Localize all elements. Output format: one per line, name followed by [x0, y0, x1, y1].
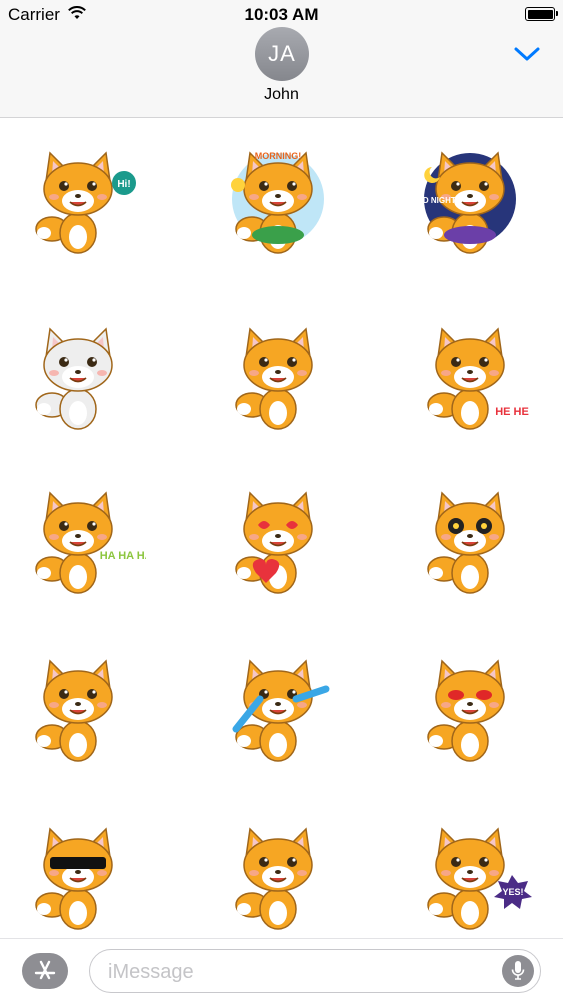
fox-sticker-icon: HA HA HA!: [35, 491, 146, 594]
message-input[interactable]: iMessage: [89, 949, 541, 993]
sticker-fox-grinning[interactable]: [216, 317, 346, 447]
input-bar: iMessage: [0, 938, 563, 1000]
fox-sticker-icon: Hi!: [35, 151, 136, 254]
fox-sticker-icon: MORNING!: [231, 151, 324, 254]
fox-sticker-icon: [427, 659, 505, 762]
appstore-icon: [34, 960, 56, 980]
fox-sticker-icon: [235, 327, 313, 430]
fox-sticker-icon: [235, 491, 313, 594]
fox-sticker-icon: [35, 659, 113, 762]
sticker-caption: YES!: [502, 887, 523, 897]
fox-sticker-icon: [427, 491, 505, 594]
chevron-down-icon[interactable]: [513, 44, 541, 64]
mic-button[interactable]: [502, 955, 534, 987]
message-placeholder: iMessage: [108, 961, 194, 983]
battery-fill: [527, 9, 553, 19]
appstore-button[interactable]: [22, 953, 68, 989]
sticker-fox-good-night[interactable]: GOOD NIGHT: [408, 141, 538, 271]
fox-sticker-icon: HE HE: [427, 327, 529, 430]
battery-icon: [525, 7, 558, 21]
avatar[interactable]: JA: [255, 27, 309, 81]
sticker-caption: Hi!: [117, 179, 130, 190]
sticker-fox-shy[interactable]: [16, 649, 146, 779]
sticker-fox-gloomy[interactable]: [216, 817, 346, 939]
fox-sticker-icon: [35, 827, 113, 930]
sticker-fox-kiss-heart[interactable]: [216, 481, 346, 611]
contact-name[interactable]: John: [0, 86, 563, 104]
sticker-fox-yes[interactable]: YES!: [408, 817, 538, 939]
sticker-caption: GOOD NIGHT: [408, 196, 456, 205]
sticker-fox-hehe[interactable]: HE HE: [408, 317, 538, 447]
sticker-fox-morning[interactable]: MORNING!: [216, 141, 346, 271]
sticker-fox-crying[interactable]: [216, 649, 346, 779]
sticker-fox-sunglasses[interactable]: [16, 817, 146, 939]
fox-sticker-icon: GOOD NIGHT: [408, 151, 516, 254]
sticker-caption: HA HA HA!: [100, 550, 146, 562]
fox-sticker-icon: [235, 827, 313, 930]
sticker-grid: Hi! MORNING! GOOD NIGHT HE HE HA HA HA! YES!: [0, 119, 563, 939]
sticker-fox-hahaha[interactable]: HA HA HA!: [16, 481, 146, 611]
mic-icon: [511, 961, 525, 980]
fox-sticker-icon: [232, 659, 330, 762]
fox-sticker-icon: [35, 327, 113, 430]
sticker-caption: HE HE: [495, 406, 529, 418]
sticker-fox-star-eyes[interactable]: [408, 481, 538, 611]
status-bar: Carrier 10:03 AM: [0, 0, 563, 30]
sticker-fox-hi[interactable]: Hi!: [16, 141, 146, 271]
conversation-header: Carrier 10:03 AM JA John: [0, 0, 563, 118]
fox-sticker-icon: YES!: [427, 827, 532, 930]
sticker-fox-white-shocked[interactable]: [16, 317, 146, 447]
sticker-fox-angry[interactable]: [408, 649, 538, 779]
status-time: 10:03 AM: [244, 5, 319, 24]
sticker-caption: MORNING!: [255, 151, 302, 161]
